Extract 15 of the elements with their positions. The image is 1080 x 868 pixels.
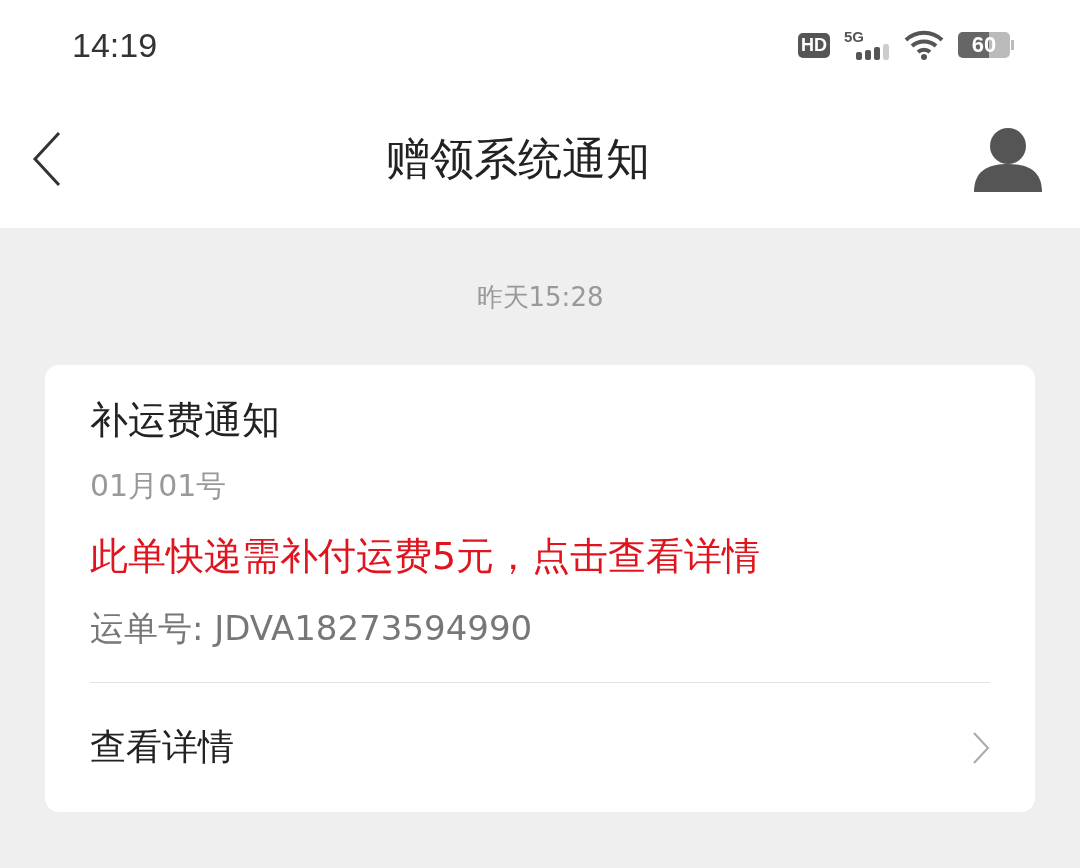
alert-text: 此单快递需补付运费5元，点击查看详情 [90, 533, 762, 580]
network-label: 5G [844, 30, 865, 44]
status-time: 14:19 [72, 25, 158, 65]
person-icon[interactable] [974, 126, 1042, 192]
page-title: 赠领系统通知 [386, 131, 650, 186]
hd-badge: HD [798, 32, 830, 58]
card-title: 补运费通知 [90, 397, 281, 444]
tracking-number: 运单号: JDVA18273594990 [90, 607, 534, 650]
back-icon[interactable] [32, 131, 62, 187]
message-time: 昨天15:28 [476, 281, 604, 314]
card-date: 01月01号 [90, 467, 228, 505]
signal-icon [856, 44, 890, 60]
details-link[interactable]: 查看详情 [90, 683, 990, 812]
chevron-icon [972, 730, 990, 765]
wifi-icon [904, 30, 944, 60]
